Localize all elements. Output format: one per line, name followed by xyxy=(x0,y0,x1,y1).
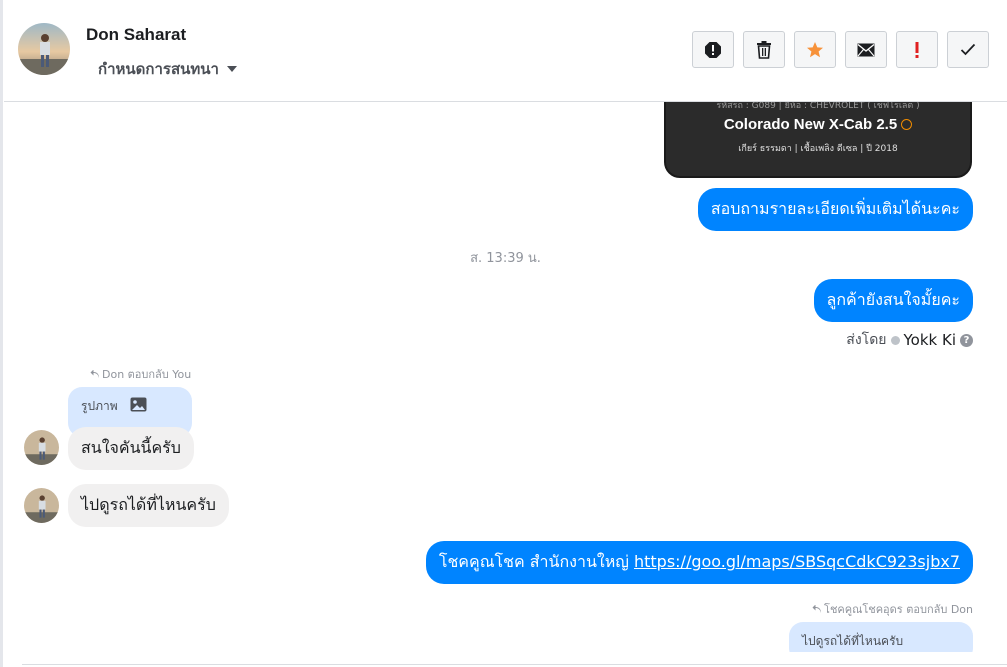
message-text: โชคคูณโชค สำนักงานใหญ่ xyxy=(438,552,634,571)
contact-avatar[interactable] xyxy=(18,23,70,75)
sender-avatar[interactable] xyxy=(24,430,59,465)
check-icon xyxy=(960,43,976,56)
done-button[interactable] xyxy=(947,31,989,68)
car-listing-meta: เกียร์ ธรรมดา | เชื้อเพลิง ดีเซล | ปี 20… xyxy=(738,144,898,154)
reply-arrow-icon xyxy=(812,604,822,613)
page-icon xyxy=(890,335,900,345)
alert-octagon-icon xyxy=(705,41,721,58)
contact-name[interactable]: Don Saharat xyxy=(86,25,186,45)
delete-button[interactable] xyxy=(743,31,785,68)
image-icon xyxy=(130,397,147,412)
trash-icon xyxy=(757,40,771,59)
exclamation-icon xyxy=(915,41,919,58)
reply-arrow-icon xyxy=(90,369,99,378)
car-listing-top-text: รหัสรถ : G089 | ยี่ห้อ : CHEVROLET ( เชฟ… xyxy=(716,102,920,111)
star-icon xyxy=(807,41,823,57)
map-link[interactable]: https://goo.gl/maps/SBSqcCdkC923sjbx7 xyxy=(634,552,960,571)
header-toolbar xyxy=(692,31,989,68)
outgoing-message[interactable]: ลูกค้ายังสนใจมั้ยคะ xyxy=(813,279,973,322)
sent-by-name[interactable]: Yokk Ki xyxy=(904,331,957,349)
message-timestamp: ส. 13:39 น. xyxy=(470,251,541,266)
sent-by-info: ส่งโดย Yokk Ki ? xyxy=(846,329,973,351)
outgoing-message[interactable]: โชคคูณโชค สำนักงานใหญ่ https://goo.gl/ma… xyxy=(425,541,973,584)
outgoing-message[interactable]: สอบถามรายละเอียดเพิ่มเติมได้นะคะ xyxy=(697,188,973,231)
quoted-message-text: รูปภาพ xyxy=(81,399,118,413)
reply-note: Don ตอบกลับ You xyxy=(90,365,191,383)
report-button[interactable] xyxy=(692,31,734,68)
reply-note: โชคคูณโชคอุดร ตอบกลับ Don xyxy=(812,600,973,618)
envelope-icon xyxy=(857,43,875,56)
message-thread[interactable]: รหัสรถ : G089 | ยี่ห้อ : CHEVROLET ( เชฟ… xyxy=(4,102,1007,652)
mark-unread-button[interactable] xyxy=(845,31,887,68)
reply-note-text: Don ตอบกลับ You xyxy=(102,368,192,381)
verified-icon xyxy=(901,119,913,130)
star-button[interactable] xyxy=(794,31,836,68)
help-icon[interactable]: ? xyxy=(960,333,973,347)
composer-divider xyxy=(22,664,1007,665)
sender-avatar[interactable] xyxy=(24,488,59,523)
quoted-message[interactable]: ไปดูรถได้ที่ไหนครับ xyxy=(789,622,973,652)
conversation-setting-label: กำหนดการสนทนา xyxy=(98,60,219,78)
important-button[interactable] xyxy=(896,31,938,68)
car-listing-image[interactable]: รหัสรถ : G089 | ยี่ห้อ : CHEVROLET ( เชฟ… xyxy=(664,102,972,178)
caret-down-icon xyxy=(226,66,237,72)
conversation-header: Don Saharat กำหนดการสนทนา xyxy=(4,0,1007,102)
incoming-message[interactable]: ไปดูรถได้ที่ไหนครับ xyxy=(68,484,229,527)
quoted-message-text: ไปดูรถได้ที่ไหนครับ xyxy=(802,634,904,648)
left-border xyxy=(0,0,3,667)
reply-note-text: โชคคูณโชคอุดร ตอบกลับ Don xyxy=(824,603,973,616)
sent-by-label: ส่งโดย xyxy=(846,332,887,348)
conversation-setting-dropdown[interactable]: กำหนดการสนทนา xyxy=(98,57,237,81)
incoming-message[interactable]: สนใจคันนี้ครับ xyxy=(68,427,194,470)
car-listing-title: Colorado New X-Cab 2.5 xyxy=(666,116,970,133)
car-listing-title-text: Colorado New X-Cab 2.5 xyxy=(723,116,898,133)
